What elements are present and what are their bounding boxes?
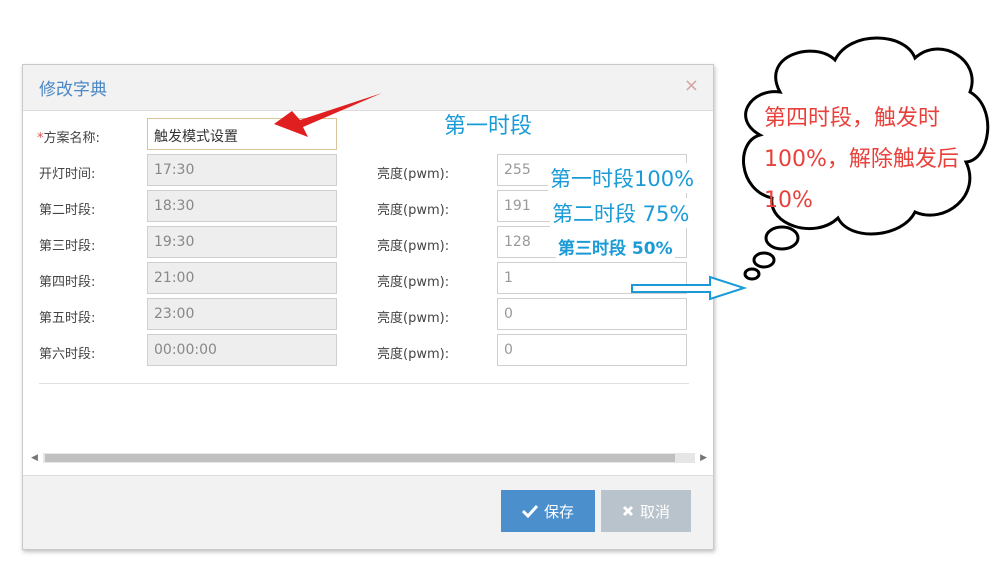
cloud-annotation-text: 第四时段，触发时100%，解除触发后10% bbox=[764, 106, 959, 213]
